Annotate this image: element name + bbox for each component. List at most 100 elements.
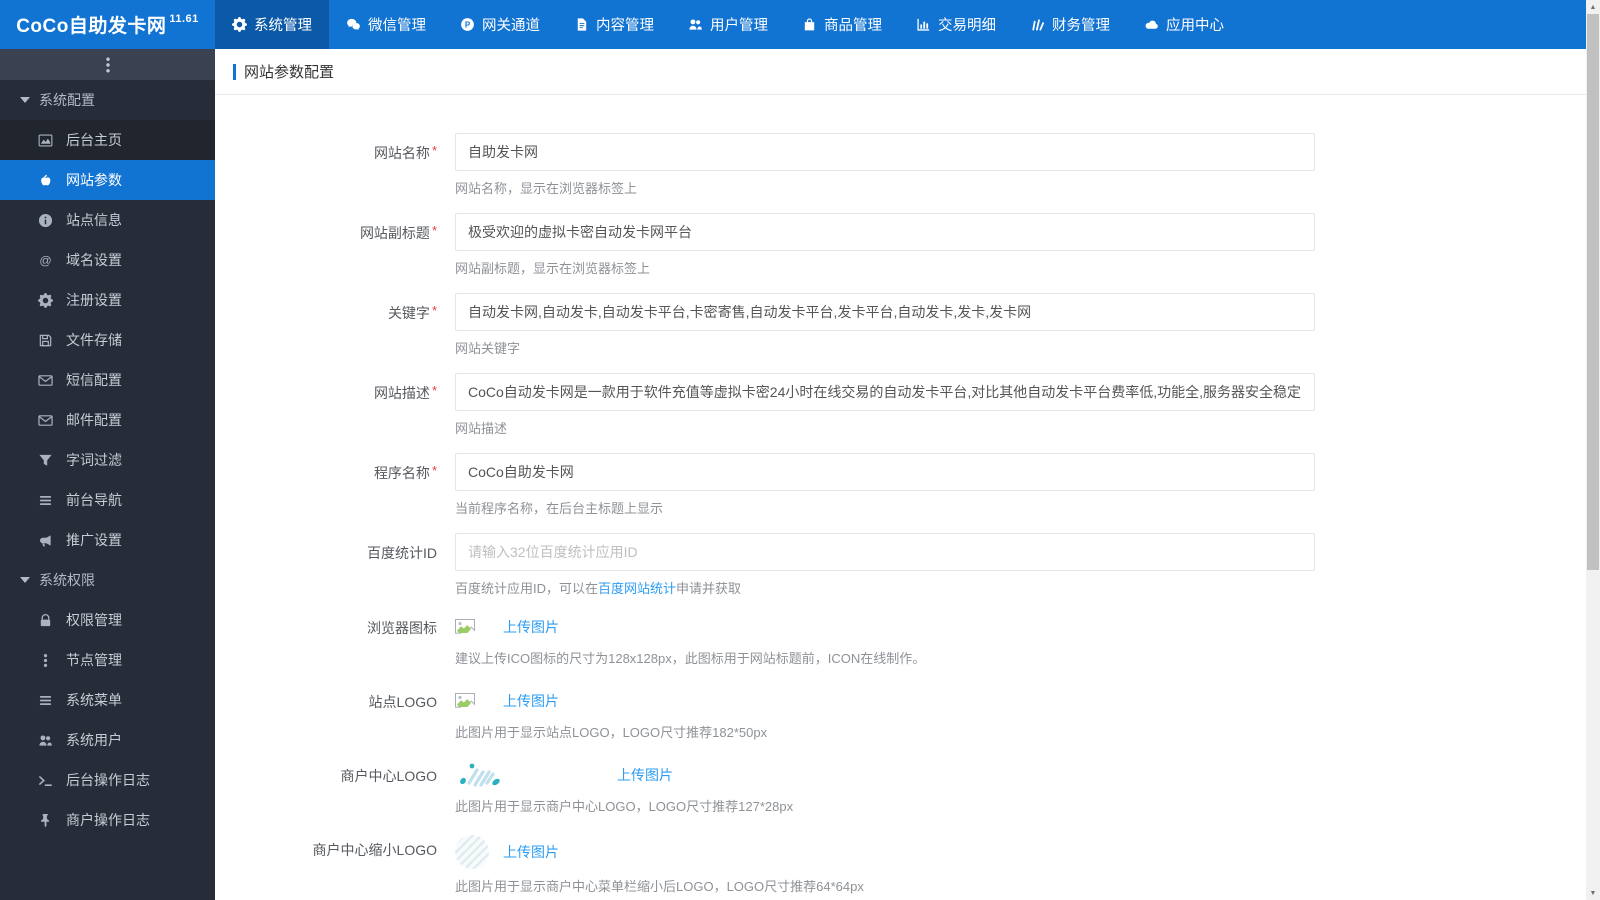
ellipsis-v-icon	[38, 653, 53, 668]
form-row-program-name: 程序名称* 当前程序名称，在后台主标题上显示	[215, 453, 1586, 517]
sidebar: 系统配置 后台主页 网站参数 站点信息 @ 域名设置 注册设置 文件存储 短信配…	[0, 49, 215, 900]
nav-item-appcenter[interactable]: 应用中心	[1127, 0, 1241, 49]
gear-icon	[38, 293, 53, 308]
sidebar-item-merchant-log[interactable]: 商户操作日志	[0, 800, 215, 840]
sidebar-section-system-config[interactable]: 系统配置	[0, 80, 215, 120]
apple-icon	[38, 173, 53, 188]
chart-area-icon	[38, 133, 53, 148]
nav-label: 应用中心	[1166, 14, 1224, 35]
wechat-icon	[346, 17, 361, 32]
filter-icon	[38, 453, 53, 468]
brand-version: 11.61	[169, 13, 198, 25]
field-help: 建议上传ICO图标的尺寸为128x128px，此图标用于网站标题前，ICON在线…	[455, 650, 1315, 667]
sidebar-item-site-params[interactable]: 网站参数	[0, 160, 215, 200]
site-params-form: 网站名称* 网站名称，显示在浏览器标签上 网站副标题* 网站副标题，显示在浏览器…	[215, 95, 1586, 895]
sidebar-item-label: 短信配置	[66, 370, 122, 390]
broken-image-icon	[455, 619, 475, 635]
sidebar-item-sms-config[interactable]: 短信配置	[0, 360, 215, 400]
caret-down-icon	[20, 97, 30, 103]
field-help: 网站关键字	[455, 340, 1315, 357]
field-label: 网站名称*	[215, 133, 455, 197]
field-label: 浏览器图标	[215, 613, 455, 667]
sidebar-item-mail-config[interactable]: 邮件配置	[0, 400, 215, 440]
keywords-input[interactable]	[455, 293, 1315, 331]
site-subtitle-input[interactable]	[455, 213, 1315, 251]
sidebar-collapse-toggle[interactable]	[0, 49, 215, 80]
nav-item-gateway[interactable]: P 网关通道	[443, 0, 557, 49]
upload-image-button[interactable]: 上传图片	[617, 765, 673, 785]
sidebar-item-word-filter[interactable]: 字词过滤	[0, 440, 215, 480]
nav-label: 用户管理	[710, 14, 768, 35]
page-scrollbar[interactable]: ▲ ▼	[1586, 0, 1600, 900]
field-label: 网站描述*	[215, 373, 455, 437]
field-help: 网站副标题，显示在浏览器标签上	[455, 260, 1315, 277]
sidebar-item-system-menu[interactable]: 系统菜单	[0, 680, 215, 720]
sidebar-item-system-users[interactable]: 系统用户	[0, 720, 215, 760]
nav-label: 交易明细	[938, 14, 996, 35]
brand-logo[interactable]: CoCo自助发卡网11.61	[0, 0, 215, 49]
sidebar-item-file-storage[interactable]: 文件存储	[0, 320, 215, 360]
field-label: 站点LOGO	[215, 687, 455, 741]
sidebar-item-front-nav[interactable]: 前台导航	[0, 480, 215, 520]
users-icon	[688, 17, 703, 32]
sidebar-item-label: 文件存储	[66, 330, 122, 350]
baidu-stats-link[interactable]: 百度网站统计	[598, 581, 676, 596]
field-label: 商户中心缩小LOGO	[215, 835, 455, 895]
scrollbar-thumb[interactable]	[1587, 14, 1599, 570]
field-help: 当前程序名称，在后台主标题上显示	[455, 500, 1315, 517]
document-icon	[574, 17, 589, 32]
sidebar-item-label: 系统用户	[66, 730, 122, 750]
sidebar-item-label: 商户操作日志	[66, 810, 150, 830]
sidebar-item-label: 权限管理	[66, 610, 122, 630]
shopping-bag-icon	[802, 17, 817, 32]
sidebar-item-domain-settings[interactable]: @ 域名设置	[0, 240, 215, 280]
upload-image-button[interactable]: 上传图片	[503, 617, 559, 637]
nav-item-transactions[interactable]: 交易明细	[899, 0, 1013, 49]
upload-image-button[interactable]: 上传图片	[503, 842, 559, 862]
merchant-logo-image	[455, 761, 605, 789]
sidebar-item-site-info[interactable]: 站点信息	[0, 200, 215, 240]
nav-item-system[interactable]: 系统管理	[215, 0, 329, 49]
nav-label: 微信管理	[368, 14, 426, 35]
scroll-up-arrow-icon[interactable]: ▲	[1586, 0, 1600, 14]
baidu-stats-id-input[interactable]	[455, 533, 1315, 571]
nav-item-goods[interactable]: 商品管理	[785, 0, 899, 49]
upload-row-merchant-logo: 商户中心LOGO 上传图片 此图片用于显示商户中心LOGO，LOGO尺寸推荐12…	[215, 761, 1586, 815]
nav-item-wechat[interactable]: 微信管理	[329, 0, 443, 49]
upload-row-merchant-mini-logo: 商户中心缩小LOGO 上传图片 此图片用于显示商户中心菜单栏缩小后LOGO，LO…	[215, 835, 1586, 895]
caret-down-icon	[20, 577, 30, 583]
nav-item-finance[interactable]: 财务管理	[1013, 0, 1127, 49]
lock-icon	[38, 613, 53, 628]
scroll-down-arrow-icon[interactable]: ▼	[1586, 886, 1600, 900]
sidebar-item-label: 邮件配置	[66, 410, 122, 430]
required-mark: *	[432, 303, 437, 318]
sidebar-item-label: 前台导航	[66, 490, 122, 510]
nav-label: 网关通道	[482, 14, 540, 35]
form-row-site-description: 网站描述* 网站描述	[215, 373, 1586, 437]
form-row-site-subtitle: 网站副标题* 网站副标题，显示在浏览器标签上	[215, 213, 1586, 277]
form-row-baidu-id: 百度统计ID 百度统计应用ID，可以在百度网站统计申请并获取	[215, 533, 1586, 597]
section-label: 系统权限	[39, 570, 95, 590]
sidebar-item-register-settings[interactable]: 注册设置	[0, 280, 215, 320]
upload-row-favicon: 浏览器图标 上传图片 建议上传ICO图标的尺寸为128x128px，此图标用于网…	[215, 613, 1586, 667]
sidebar-section-system-permissions[interactable]: 系统权限	[0, 560, 215, 600]
nav-item-content[interactable]: 内容管理	[557, 0, 671, 49]
required-mark: *	[432, 383, 437, 398]
sidebar-item-admin-log[interactable]: 后台操作日志	[0, 760, 215, 800]
site-name-input[interactable]	[455, 133, 1315, 171]
floppy-icon	[38, 333, 53, 348]
nav-item-users[interactable]: 用户管理	[671, 0, 785, 49]
main-content: 网站参数配置 网站名称* 网站名称，显示在浏览器标签上 网站副标题* 网站副标题…	[215, 49, 1586, 900]
gear-icon	[232, 17, 247, 32]
merchant-mini-logo-image	[455, 835, 489, 869]
svg-text:@: @	[39, 253, 51, 267]
upload-image-button[interactable]: 上传图片	[503, 691, 559, 711]
sidebar-item-dashboard[interactable]: 后台主页	[0, 120, 215, 160]
nav-label: 系统管理	[254, 14, 312, 35]
program-name-input[interactable]	[455, 453, 1315, 491]
sidebar-item-node-mgmt[interactable]: 节点管理	[0, 640, 215, 680]
site-description-input[interactable]	[455, 373, 1315, 411]
sidebar-item-permission-mgmt[interactable]: 权限管理	[0, 600, 215, 640]
field-help: 网站描述	[455, 420, 1315, 437]
sidebar-item-promotion-settings[interactable]: 推广设置	[0, 520, 215, 560]
